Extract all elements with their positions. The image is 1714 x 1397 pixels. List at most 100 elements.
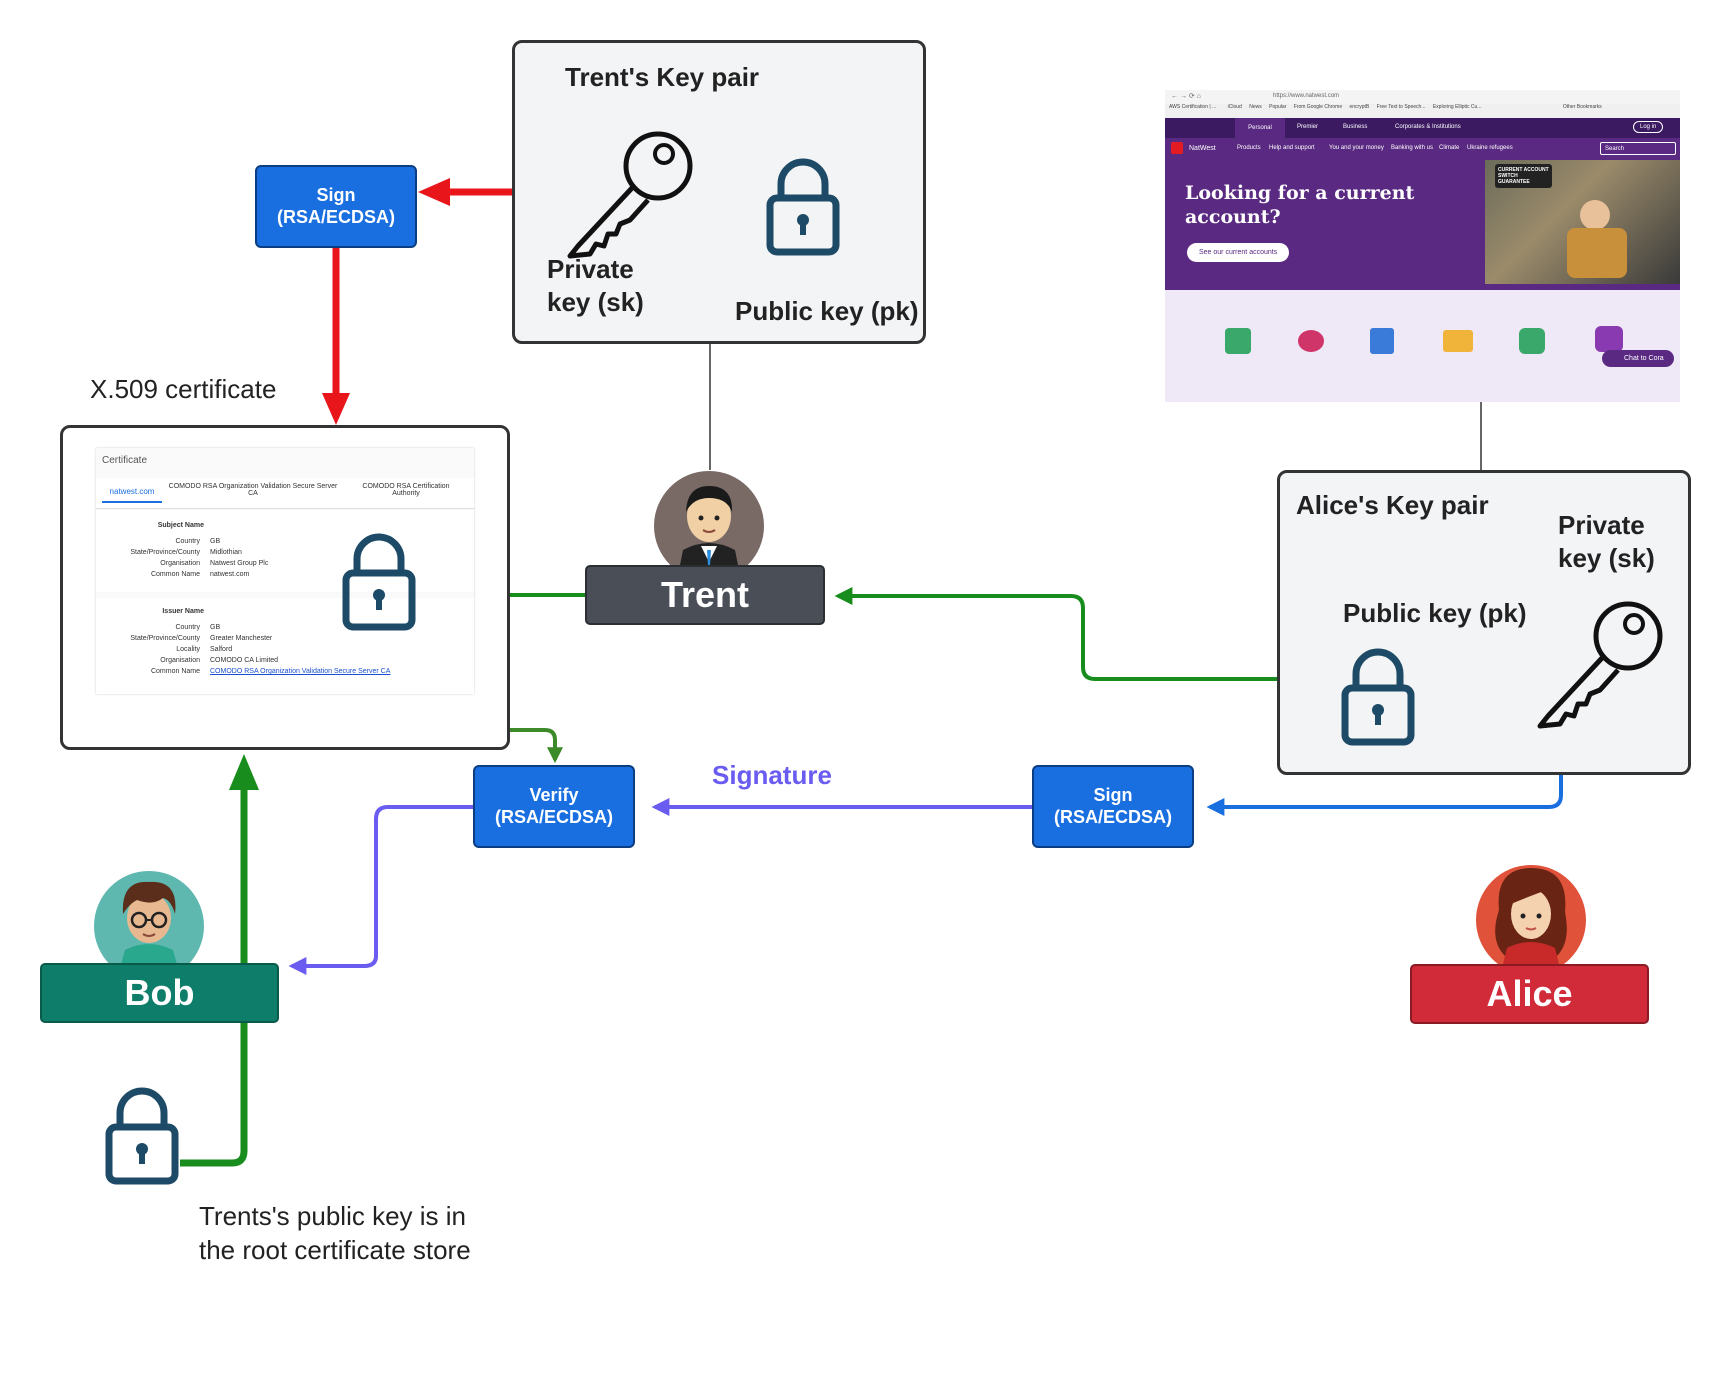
tab-natwest[interactable]: natwest.com bbox=[102, 487, 162, 503]
public-key-lock-icon bbox=[766, 158, 840, 256]
bookmark-item[interactable]: Other Bookmarks bbox=[1563, 104, 1602, 110]
alice-name: Alice bbox=[1486, 973, 1573, 1014]
alice-keypair-box: Alice's Key pair Private key (sk) Public… bbox=[1277, 470, 1691, 775]
alice-sign-title: Sign bbox=[1093, 784, 1133, 805]
top-tab-corporates[interactable]: Corporates & Institutions bbox=[1395, 124, 1461, 130]
purple-arrow-verify-to-bob bbox=[288, 805, 473, 975]
person-photo bbox=[1580, 200, 1610, 230]
bookmark-item[interactable]: AWS Certification | ... bbox=[1169, 104, 1216, 110]
certificate-lock-icon bbox=[342, 533, 416, 631]
subject-section: Subject Name Country State/Province/Coun… bbox=[96, 510, 474, 592]
nav-item[interactable]: Ukraine refugees bbox=[1467, 145, 1513, 151]
card-icon[interactable] bbox=[1443, 330, 1473, 352]
hero-photo: CURRENT ACCOUNT SWITCH GUARANTEE bbox=[1485, 160, 1680, 284]
hero-banner: Looking for a current account? See our c… bbox=[1165, 160, 1680, 290]
hero-title: Looking for a current account? bbox=[1185, 182, 1415, 228]
trent-sign-algorithm: (RSA/ECDSA) bbox=[276, 206, 395, 227]
certificate-tabs: natwest.com COMODO RSA Organization Vali… bbox=[96, 478, 474, 509]
issuer-values: GB Greater Manchester Salford COMODO CA … bbox=[210, 624, 390, 679]
trent-keypair-box: Trent's Key pair Private key (sk) Public… bbox=[512, 40, 926, 344]
issuer-link[interactable]: COMODO RSA Organization Validation Secur… bbox=[210, 668, 390, 679]
trent-label-box: Trent bbox=[585, 565, 825, 625]
subject-value: Midlothian bbox=[210, 549, 242, 556]
shop-icon[interactable] bbox=[1519, 328, 1545, 354]
subject-value: GB bbox=[210, 538, 221, 545]
trent-public-key-label: Public key (pk) bbox=[735, 296, 919, 326]
green-arrow-alice-pk-to-trent bbox=[834, 587, 1345, 681]
trent-sign-button[interactable]: Sign (RSA/ECDSA) bbox=[255, 165, 417, 248]
issuer-heading: Issuer Name bbox=[162, 608, 204, 615]
nav-item[interactable]: You and your money bbox=[1329, 145, 1384, 151]
hero-cta-button[interactable]: See our current accounts bbox=[1187, 243, 1290, 262]
alice-sign-algorithm: (RSA/ECDSA) bbox=[1053, 806, 1172, 827]
alice-sign-button[interactable]: Sign (RSA/ECDSA) bbox=[1032, 765, 1194, 848]
natwest-nav: NatWest Products Help and support You an… bbox=[1165, 138, 1680, 160]
verify-title: Verify bbox=[529, 784, 579, 805]
alice-private-key-text: Private key (sk) bbox=[1558, 510, 1655, 573]
chat-button[interactable]: Chat to Cora bbox=[1602, 350, 1674, 367]
issuer-key: Common Name bbox=[150, 668, 200, 675]
phone-icon[interactable] bbox=[1370, 328, 1394, 354]
tab-comodo-root[interactable]: COMODO RSA Certification Authority bbox=[351, 483, 461, 497]
trent-avatar bbox=[654, 471, 764, 570]
switch-guarantee-badge: CURRENT ACCOUNT SWITCH GUARANTEE bbox=[1495, 164, 1552, 188]
top-tab-premier[interactable]: Premier bbox=[1297, 124, 1318, 130]
building-icon[interactable] bbox=[1595, 326, 1623, 352]
subject-value: Natwest Group Plc bbox=[210, 560, 269, 567]
house-icon[interactable] bbox=[1225, 328, 1251, 354]
bookmark-bar: AWS Certification | ... iCloud News Popu… bbox=[1165, 104, 1680, 118]
root-store-caption: Trents's public key is in the root certi… bbox=[199, 1201, 471, 1265]
signature-label: Signature bbox=[712, 760, 832, 790]
top-tab-business[interactable]: Business bbox=[1343, 124, 1367, 130]
alice-public-key-lock-icon bbox=[1341, 648, 1415, 746]
subject-key: State/Province/County bbox=[130, 549, 200, 556]
trent-sign-title: Sign bbox=[316, 184, 356, 205]
login-button[interactable]: Log in bbox=[1633, 121, 1664, 133]
top-tab-personal[interactable]: Personal bbox=[1235, 118, 1285, 138]
bob-label-box: Bob bbox=[40, 963, 279, 1023]
bob-avatar bbox=[94, 871, 204, 964]
root-store-lock-icon bbox=[105, 1087, 179, 1185]
alice-avatar bbox=[1476, 865, 1586, 964]
alice-private-key-icon bbox=[1537, 601, 1663, 729]
tab-comodo-ov[interactable]: COMODO RSA Organization Validation Secur… bbox=[168, 483, 338, 497]
subject-value: natwest.com bbox=[210, 571, 250, 578]
bookmark-item[interactable]: Exploring Elliptic Cu... bbox=[1433, 104, 1482, 110]
bookmark-item[interactable]: iCloud bbox=[1228, 104, 1242, 110]
private-key-icon bbox=[567, 131, 693, 259]
subject-values: GB Midlothian Natwest Group Plc natwest.… bbox=[210, 538, 268, 582]
verify-button[interactable]: Verify (RSA/ECDSA) bbox=[473, 765, 635, 848]
nav-item[interactable]: Climate bbox=[1439, 145, 1459, 151]
bookmark-item[interactable]: encryptB bbox=[1350, 104, 1370, 110]
certificate-box: Certificate natwest.com COMODO RSA Organ… bbox=[60, 425, 510, 750]
natwest-logo-icon bbox=[1171, 142, 1183, 154]
certificate-caption: X.509 certificate bbox=[90, 374, 277, 404]
subject-key: Country bbox=[175, 538, 200, 545]
nav-item[interactable]: Help and support bbox=[1269, 145, 1315, 151]
product-icons-strip: Chat to Cora bbox=[1165, 290, 1680, 402]
trent-private-key-text: Private key (sk) bbox=[547, 254, 644, 317]
bookmark-item[interactable]: Popular bbox=[1269, 104, 1286, 110]
natwest-brand[interactable]: NatWest bbox=[1189, 145, 1216, 152]
person-photo-body bbox=[1567, 228, 1627, 278]
issuer-section: Issuer Name Country State/Province/Count… bbox=[96, 598, 474, 694]
nav-item[interactable]: Products bbox=[1237, 145, 1261, 151]
alice-label-box: Alice bbox=[1410, 964, 1649, 1024]
bookmark-item[interactable]: News bbox=[1249, 104, 1262, 110]
issuer-key: Country bbox=[175, 624, 200, 631]
trent-name: Trent bbox=[660, 574, 749, 615]
bookmark-item[interactable]: From Google Chrome bbox=[1294, 104, 1342, 110]
natwest-website: ← → ⟳ ⌂ https://www.natwest.com AWS Cert… bbox=[1165, 90, 1680, 402]
bookmark-item[interactable]: Free Text to Speech... bbox=[1377, 104, 1426, 110]
search-input[interactable]: Search bbox=[1600, 142, 1676, 155]
issuer-key: Organisation bbox=[160, 657, 200, 664]
issuer-value: Greater Manchester bbox=[210, 635, 273, 642]
browser-nav-icons: ← → ⟳ ⌂ bbox=[1171, 93, 1201, 100]
issuer-key: State/Province/County bbox=[130, 635, 200, 642]
natwest-top-tabs: Personal Premier Business Corporates & I… bbox=[1165, 118, 1680, 138]
browser-url[interactable]: https://www.natwest.com bbox=[1273, 93, 1339, 99]
bob-name: Bob bbox=[124, 972, 195, 1013]
browser-toolbar: ← → ⟳ ⌂ https://www.natwest.com bbox=[1165, 90, 1680, 104]
piggy-bank-icon[interactable] bbox=[1298, 330, 1324, 352]
nav-item[interactable]: Banking with us bbox=[1391, 145, 1433, 151]
